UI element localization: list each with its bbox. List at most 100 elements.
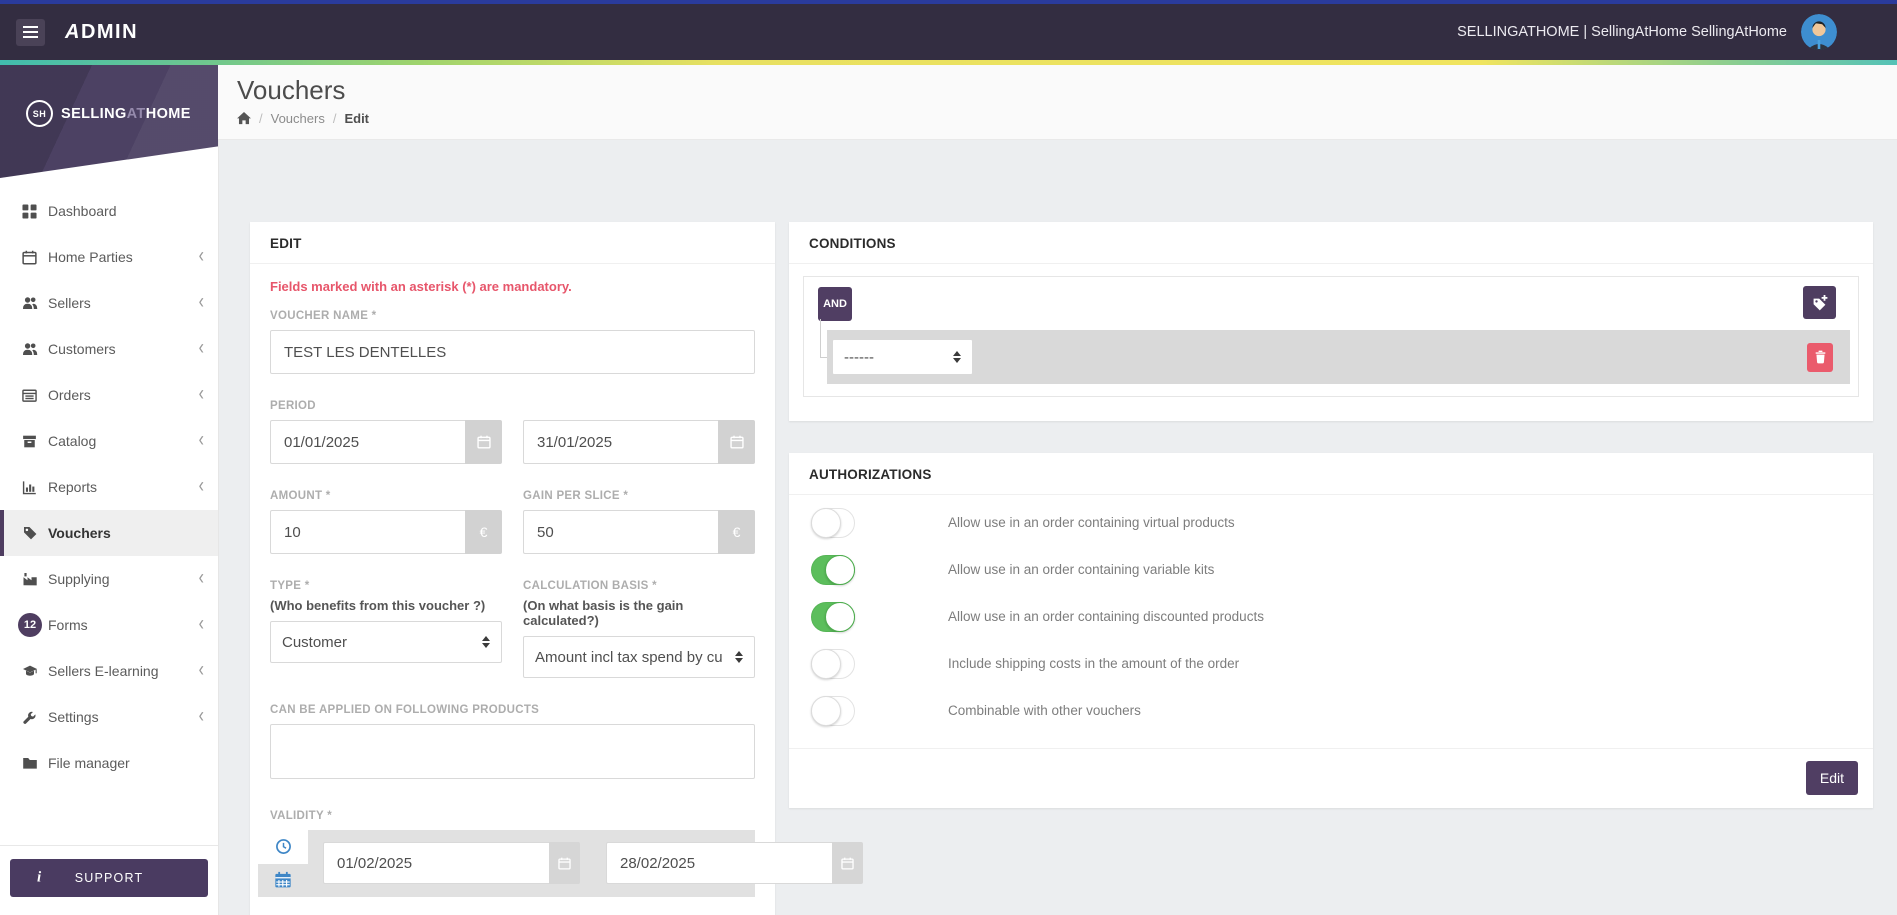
toggle-shipping-costs[interactable] (811, 648, 855, 679)
sidebar-item-home-parties[interactable]: Home Parties ‹ (0, 234, 218, 280)
calendar-icon[interactable] (718, 420, 755, 464)
sidebar-item-label: Forms (48, 617, 88, 633)
sidebar-item-label: Dashboard (48, 203, 117, 219)
breadcrumb-separator: / (259, 111, 263, 126)
auth-row-virtual-products: Allow use in an order containing virtual… (789, 499, 1873, 546)
conditions-panel: CONDITIONS AND ------ (789, 222, 1873, 421)
toggle-virtual-products[interactable] (811, 507, 855, 538)
sidebar: SH SELLINGATHOME Dashboard Home Parties … (0, 65, 218, 915)
period-label: PERIOD (270, 400, 316, 412)
toggle-discounted-products[interactable] (811, 601, 855, 632)
select-arrows-icon (735, 651, 743, 663)
support-button[interactable]: i SUPPORT (10, 859, 208, 897)
date-tab[interactable] (258, 864, 308, 898)
sidebar-item-settings[interactable]: Settings ‹ (0, 694, 218, 740)
sidebar-item-label: Sellers (48, 295, 91, 311)
edit-panel: EDIT Fields marked with an asterisk (*) … (250, 222, 863, 915)
calendar-icon[interactable] (832, 842, 863, 884)
currency-euro-addon: € (718, 510, 755, 554)
breadcrumb-section[interactable]: Vouchers (271, 111, 325, 126)
select-arrows-icon (953, 351, 961, 363)
toggle-combinable[interactable] (811, 695, 855, 726)
topbar: ADMIN SELLINGATHOME | SellingAtHome Sell… (0, 4, 1897, 60)
amount-input[interactable] (270, 510, 465, 554)
tags-icon (22, 525, 48, 541)
chevron-left-icon: ‹ (198, 659, 204, 682)
sidebar-item-forms[interactable]: 12 Forms ‹ (0, 602, 218, 648)
avatar-icon (1801, 14, 1837, 50)
period-start-input[interactable] (270, 420, 465, 464)
chevron-left-icon: ‹ (198, 429, 204, 452)
hamburger-menu-button[interactable] (16, 18, 45, 46)
validity-start-input[interactable] (323, 842, 549, 884)
sidebar-item-label: Reports (48, 479, 98, 495)
chevron-left-icon: ‹ (198, 705, 204, 728)
voucher-name-input[interactable] (270, 330, 755, 374)
toggle-label: Include shipping costs in the amount of … (948, 656, 1240, 671)
sidebar-item-label: Customers (48, 341, 116, 357)
page-title: Vouchers (237, 75, 346, 105)
condition-type-select[interactable]: ------ (832, 339, 973, 375)
applicable-products-input[interactable] (270, 724, 755, 779)
conditions-header: CONDITIONS (789, 222, 1873, 264)
sidebar-item-orders[interactable]: Orders ‹ (0, 372, 218, 418)
chevron-left-icon: ‹ (198, 475, 204, 498)
chevron-left-icon: ‹ (198, 567, 204, 590)
calendar-icon[interactable] (549, 842, 580, 884)
period-end-input[interactable] (523, 420, 718, 464)
currency-euro-addon: € (465, 510, 502, 554)
edit-submit-button[interactable]: Edit (1805, 761, 1858, 795)
sidebar-item-file-manager[interactable]: File manager (0, 740, 218, 786)
breadcrumb: / Vouchers / Edit (237, 111, 1877, 126)
time-tab[interactable] (258, 830, 308, 864)
forms-count-badge: 12 (18, 613, 48, 637)
brand-name: SELLINGATHOME (61, 105, 191, 122)
sidebar-item-label: Settings (48, 709, 99, 725)
chevron-left-icon: ‹ (198, 613, 204, 636)
amount-label: AMOUNT * (270, 490, 331, 502)
edit-panel-header: EDIT (250, 222, 775, 264)
sidebar-item-sellers-elearning[interactable]: Sellers E-learning ‹ (0, 648, 218, 694)
info-icon: i (37, 869, 43, 886)
validity-end-input[interactable] (606, 842, 832, 884)
breadcrumb-current: Edit (344, 111, 370, 126)
type-sublabel: (Who benefits from this voucher ?) (270, 598, 486, 613)
sidebar-item-dashboard[interactable]: Dashboard (0, 188, 218, 234)
home-icon[interactable] (237, 112, 251, 125)
gain-per-slice-input[interactable] (523, 510, 718, 554)
condition-row: ------ (820, 319, 1850, 384)
add-condition-button[interactable] (1803, 286, 1836, 319)
sidebar-item-catalog[interactable]: Catalog ‹ (0, 418, 218, 464)
app-window: ADMIN SELLINGATHOME | SellingAtHome Sell… (0, 0, 1897, 915)
user-avatar[interactable] (1801, 14, 1837, 50)
gain-per-slice-label: GAIN PER SLICE * (523, 490, 629, 502)
delete-condition-button[interactable] (1807, 342, 1833, 372)
auth-row-shipping-costs: Include shipping costs in the amount of … (789, 640, 1873, 687)
brand-header[interactable]: SH SELLINGATHOME (0, 65, 218, 178)
users-icon (22, 295, 48, 311)
and-operator-button[interactable]: AND (818, 287, 852, 321)
sidebar-item-reports[interactable]: Reports ‹ (0, 464, 218, 510)
sidebar-item-vouchers[interactable]: Vouchers (0, 510, 218, 556)
sidebar-item-label: Sellers E-learning (48, 663, 159, 679)
archive-box-icon (22, 434, 48, 449)
auth-row-variable-kits: Allow use in an order containing variabl… (789, 546, 1873, 593)
main-content: Vouchers / Vouchers / Edit EDIT Fields m… (218, 65, 1897, 915)
authorizations-footer: Edit (789, 748, 1873, 808)
sidebar-item-label: Home Parties (48, 249, 133, 265)
auth-row-discounted-products: Allow use in an order containing discoun… (789, 593, 1873, 640)
toggle-variable-kits[interactable] (811, 554, 855, 585)
type-label: TYPE * (270, 580, 310, 592)
applicable-products-label: CAN BE APPLIED ON FOLLOWING PRODUCTS (270, 704, 540, 716)
sidebar-item-supplying[interactable]: Supplying ‹ (0, 556, 218, 602)
sidebar-footer: i SUPPORT (0, 845, 218, 915)
condition-builder: AND ------ (803, 276, 1859, 397)
mandatory-note: Fields marked with an asterisk (*) are m… (270, 279, 572, 294)
calculation-basis-select[interactable]: Amount incl tax spend by cu (523, 636, 755, 678)
calendar-icon[interactable] (465, 420, 502, 464)
current-user-label[interactable]: SELLINGATHOME | SellingAtHome SellingAtH… (1457, 24, 1787, 40)
chevron-left-icon: ‹ (198, 383, 204, 406)
sidebar-item-customers[interactable]: Customers ‹ (0, 326, 218, 372)
sidebar-item-sellers[interactable]: Sellers ‹ (0, 280, 218, 326)
type-select[interactable]: Customer (270, 621, 502, 663)
